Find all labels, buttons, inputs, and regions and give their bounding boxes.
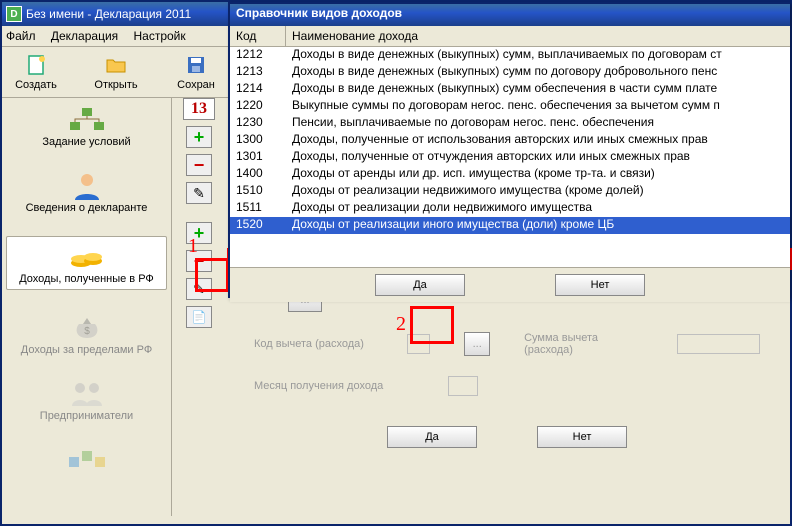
- grid-row[interactable]: 1510Доходы от реализации недвижимого иму…: [230, 183, 790, 200]
- sidebar-item-entrepreneurs[interactable]: Предприниматели: [6, 378, 167, 422]
- cell-code: 1511: [230, 200, 286, 217]
- conditions-icon: [67, 106, 107, 134]
- copy-income-button[interactable]: 📄: [186, 306, 212, 328]
- pencil-icon: ✎: [193, 281, 205, 298]
- deduction-code-input[interactable]: [407, 334, 430, 354]
- grid-row[interactable]: 1400Доходы от аренды или др. исп. имущес…: [230, 166, 790, 183]
- cell-name: Выкупные суммы по договорам негос. пенс.…: [286, 98, 790, 115]
- sidebar-item-label: Доходы, полученные в РФ: [9, 273, 164, 285]
- new-doc-icon: [24, 53, 48, 77]
- cell-code: 1510: [230, 183, 286, 200]
- grid-header: Код Наименование дохода: [230, 26, 790, 47]
- menu-settings[interactable]: Настройк: [134, 29, 186, 43]
- sidebar-item-label: Доходы за пределами РФ: [6, 344, 167, 356]
- cell-code: 1230: [230, 115, 286, 132]
- cell-code: 1220: [230, 98, 286, 115]
- sidebar: Задание условий Сведения о декларанте До…: [2, 98, 172, 516]
- toolbar-create[interactable]: Создать: [6, 53, 66, 91]
- month-label: Месяц получения дохода: [254, 380, 414, 392]
- dialog-ok-button[interactable]: Да: [375, 274, 465, 296]
- annotation-2: 2: [396, 313, 406, 336]
- grid-row[interactable]: 1212Доходы в виде денежных (выкупных) су…: [230, 47, 790, 64]
- income-types-dialog: Справочник видов доходов Код Наименовани…: [228, 2, 790, 298]
- sidebar-item-conditions[interactable]: Задание условий: [6, 104, 167, 148]
- grid-row[interactable]: 1213Доходы в виде денежных (выкупных) су…: [230, 64, 790, 81]
- copy-icon: 📄: [192, 310, 207, 324]
- app-icon: D: [6, 6, 22, 22]
- cell-name: Доходы, полученные от отчуждения авторск…: [286, 149, 790, 166]
- cell-name: Доходы от аренды или др. исп. имущества …: [286, 166, 790, 183]
- form-ok-button[interactable]: Да: [387, 426, 477, 448]
- pencil-icon: ✎: [193, 185, 205, 202]
- money-bag-icon: $: [71, 314, 103, 342]
- grid-row[interactable]: 1230Пенсии, выплачиваемые по договорам н…: [230, 115, 790, 132]
- sidebar-item-income-abroad[interactable]: $ Доходы за пределами РФ: [6, 312, 167, 356]
- cell-name: Доходы от реализации иного имущества (до…: [286, 217, 790, 234]
- cell-name: Пенсии, выплачиваемые по договорам негос…: [286, 115, 790, 132]
- grid-row[interactable]: 1520Доходы от реализации иного имущества…: [230, 217, 790, 234]
- edit-source-button[interactable]: ✎: [186, 182, 212, 204]
- plus-icon: +: [194, 127, 205, 148]
- cell-name: Доходы от реализации доли недвижимого им…: [286, 200, 790, 217]
- cell-name: Доходы в виде денежных (выкупных) сумм о…: [286, 81, 790, 98]
- dialog-cancel-button[interactable]: Нет: [555, 274, 645, 296]
- cell-name: Доходы, полученные от использования авто…: [286, 132, 790, 149]
- cell-code: 1301: [230, 149, 286, 166]
- edit-income-button[interactable]: ✎: [186, 278, 212, 300]
- toolbar-open[interactable]: Открыть: [86, 53, 146, 91]
- grid-body[interactable]: 1212Доходы в виде денежных (выкупных) су…: [230, 47, 790, 267]
- person-icon: [71, 170, 103, 202]
- col-name[interactable]: Наименование дохода: [286, 26, 790, 46]
- annotation-1: 1: [188, 235, 198, 258]
- cell-code: 1300: [230, 132, 286, 149]
- cell-code: 1213: [230, 64, 286, 81]
- cell-code: 1520: [230, 217, 286, 234]
- cell-code: 1212: [230, 47, 286, 64]
- sidebar-item-income-rf[interactable]: Доходы, полученные в РФ: [6, 236, 167, 290]
- sidebar-item-label: Предприниматели: [6, 410, 167, 422]
- save-icon: [184, 53, 208, 77]
- month-input[interactable]: [448, 376, 478, 396]
- add-source-button[interactable]: +: [186, 126, 212, 148]
- window-title: Без имени - Декларация 2011: [26, 7, 191, 21]
- svg-text:$: $: [84, 326, 90, 337]
- source-number: 13: [183, 98, 215, 120]
- sidebar-item-label: Задание условий: [6, 136, 167, 148]
- cell-code: 1400: [230, 166, 286, 183]
- deduction-code-label: Код вычета (расхода): [254, 338, 373, 350]
- grid-row[interactable]: 1220Выкупные суммы по договорам негос. п…: [230, 98, 790, 115]
- coins-icon: [69, 243, 105, 271]
- cell-name: Доходы в виде денежных (выкупных) сумм п…: [286, 64, 790, 81]
- people-icon: [70, 380, 104, 408]
- toolbar-save[interactable]: Сохран: [166, 53, 226, 91]
- dialog-title[interactable]: Справочник видов доходов: [230, 4, 790, 26]
- sidebar-item-extra[interactable]: [6, 444, 167, 476]
- grid-row[interactable]: 1301Доходы, полученные от отчуждения авт…: [230, 149, 790, 166]
- menu-file[interactable]: Файл: [6, 29, 36, 43]
- remove-source-button[interactable]: −: [186, 154, 212, 176]
- cell-name: Доходы в виде денежных (выкупных) сумм, …: [286, 47, 790, 64]
- minus-icon: −: [194, 155, 205, 176]
- cell-code: 1214: [230, 81, 286, 98]
- deduction-code-lookup-button[interactable]: ...: [464, 332, 490, 356]
- form-cancel-button[interactable]: Нет: [537, 426, 627, 448]
- menu-declaration[interactable]: Декларация: [51, 29, 118, 43]
- sidebar-item-label: Сведения о декларанте: [6, 202, 167, 214]
- col-code[interactable]: Код: [230, 26, 286, 46]
- cell-name: Доходы от реализации недвижимого имущест…: [286, 183, 790, 200]
- sidebar-item-declarant[interactable]: Сведения о декларанте: [6, 170, 167, 214]
- bottom-icon: [67, 449, 107, 471]
- deduction-sum-input[interactable]: [677, 334, 760, 354]
- open-icon: [104, 53, 128, 77]
- grid-row[interactable]: 1511Доходы от реализации доли недвижимог…: [230, 200, 790, 217]
- grid-row[interactable]: 1214Доходы в виде денежных (выкупных) су…: [230, 81, 790, 98]
- grid-row[interactable]: 1300Доходы, полученные от использования …: [230, 132, 790, 149]
- deduction-sum-label: Сумма вычета (расхода): [524, 332, 643, 356]
